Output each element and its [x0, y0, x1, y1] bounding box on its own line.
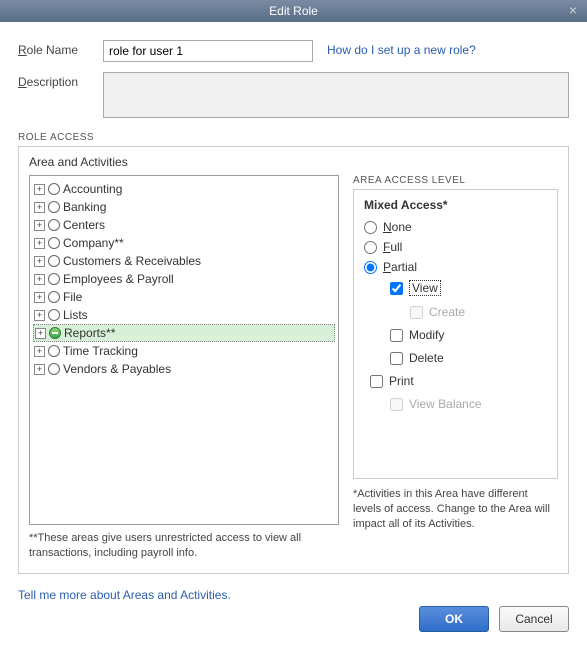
check-modify-label: Modify — [409, 328, 444, 342]
tree-item-label: Time Tracking — [63, 344, 138, 358]
check-print[interactable] — [370, 375, 383, 388]
close-icon[interactable]: × — [565, 2, 581, 18]
window-title: Edit Role — [269, 4, 318, 18]
radio-partial-row[interactable]: Partial — [364, 260, 547, 274]
radio-partial-label: Partial — [383, 260, 417, 274]
expand-icon[interactable]: + — [34, 292, 45, 303]
tree-item[interactable]: + Employees & Payroll — [33, 270, 335, 288]
check-delete[interactable] — [390, 352, 403, 365]
tree-item[interactable]: + File — [33, 288, 335, 306]
tree-item[interactable]: + Vendors & Payables — [33, 360, 335, 378]
check-create — [410, 306, 423, 319]
node-status-icon-partial — [49, 327, 61, 339]
tree-item[interactable]: + Customers & Receivables — [33, 252, 335, 270]
expand-icon[interactable]: + — [34, 238, 45, 249]
tree-footnote: **These areas give users unrestricted ac… — [29, 531, 339, 561]
expand-icon[interactable]: + — [34, 274, 45, 285]
tree-item[interactable]: + Reports** — [33, 324, 335, 342]
role-access-fieldset: Area and Activities +Accounting+Banking+… — [18, 146, 569, 574]
role-name-label: Role Name — [18, 40, 103, 57]
node-status-icon-none — [48, 255, 60, 267]
role-name-input[interactable] — [103, 40, 313, 62]
tree-item-label: Accounting — [63, 182, 122, 196]
expand-icon[interactable]: + — [34, 202, 45, 213]
titlebar: Edit Role × — [0, 0, 587, 22]
check-create-label: Create — [429, 305, 465, 319]
tree-item-label: File — [63, 290, 82, 304]
check-print-label: Print — [389, 374, 414, 388]
check-view-row[interactable]: View — [390, 280, 547, 296]
check-delete-row[interactable]: Delete — [390, 351, 547, 365]
check-view-label: View — [409, 280, 441, 296]
help-link-areas[interactable]: Tell me more about Areas and Activities. — [18, 588, 231, 602]
node-status-icon-none — [48, 273, 60, 285]
ok-button[interactable]: OK — [419, 606, 489, 632]
tree-item[interactable]: + Banking — [33, 198, 335, 216]
expand-icon[interactable]: + — [34, 256, 45, 267]
tree-item[interactable]: + Accounting — [33, 180, 335, 198]
role-access-header: ROLE ACCESS — [18, 132, 569, 143]
radio-partial[interactable] — [364, 261, 377, 274]
radio-full-row[interactable]: Full — [364, 240, 547, 254]
radio-none[interactable] — [364, 221, 377, 234]
tree-item-label: Vendors & Payables — [63, 362, 171, 376]
node-status-icon-none — [48, 309, 60, 321]
node-status-icon-none — [48, 201, 60, 213]
radio-none-label: None — [383, 220, 412, 234]
area-tree[interactable]: + Accounting + Banking + Centers + Company** + Cu… — [29, 175, 339, 525]
node-status-icon-none — [48, 291, 60, 303]
tree-item-label: Banking — [63, 200, 106, 214]
expand-icon[interactable]: + — [34, 220, 45, 231]
tree-item-label: Customers & Receivables — [63, 254, 201, 268]
expand-icon[interactable]: + — [34, 346, 45, 357]
area-access-level-box: Mixed Access* None Full Partial — [353, 189, 558, 479]
tree-item[interactable]: + Lists — [33, 306, 335, 324]
radio-none-row[interactable]: None — [364, 220, 547, 234]
tree-item-label: Centers — [63, 218, 105, 232]
expand-icon[interactable]: + — [34, 184, 45, 195]
expand-icon[interactable]: + — [34, 364, 45, 375]
area-access-level-header: AREA ACCESS LEVEL — [353, 175, 558, 186]
area-activities-label: Area and Activities — [29, 155, 558, 169]
cancel-button[interactable]: Cancel — [499, 606, 569, 632]
description-input[interactable] — [103, 72, 569, 118]
access-footnote: *Activities in this Area have different … — [353, 487, 558, 532]
help-link-new-role[interactable]: How do I set up a new role? — [327, 40, 476, 57]
node-status-icon-none — [48, 183, 60, 195]
tree-item[interactable]: + Company** — [33, 234, 335, 252]
tree-item[interactable]: + Centers — [33, 216, 335, 234]
check-view-balance-label: View Balance — [409, 397, 482, 411]
node-status-icon-none — [48, 219, 60, 231]
check-modify-row[interactable]: Modify — [390, 328, 547, 342]
access-title: Mixed Access* — [364, 198, 547, 212]
tree-item-label: Lists — [63, 308, 88, 322]
check-delete-label: Delete — [409, 351, 444, 365]
radio-full[interactable] — [364, 241, 377, 254]
node-status-icon-none — [48, 363, 60, 375]
tree-item[interactable]: + Time Tracking — [33, 342, 335, 360]
check-modify[interactable] — [390, 329, 403, 342]
check-view[interactable] — [390, 282, 403, 295]
description-label: Description — [18, 72, 103, 89]
node-status-icon-none — [48, 237, 60, 249]
check-print-row[interactable]: Print — [370, 374, 547, 388]
tree-item-label: Company** — [63, 236, 124, 250]
check-create-row: Create — [410, 305, 547, 319]
expand-icon[interactable]: + — [34, 310, 45, 321]
check-view-balance — [390, 398, 403, 411]
node-status-icon-none — [48, 345, 60, 357]
tree-item-label: Reports** — [64, 326, 115, 340]
expand-icon[interactable]: + — [35, 328, 46, 339]
tree-item-label: Employees & Payroll — [63, 272, 174, 286]
check-view-balance-row: View Balance — [390, 397, 547, 411]
radio-full-label: Full — [383, 240, 402, 254]
